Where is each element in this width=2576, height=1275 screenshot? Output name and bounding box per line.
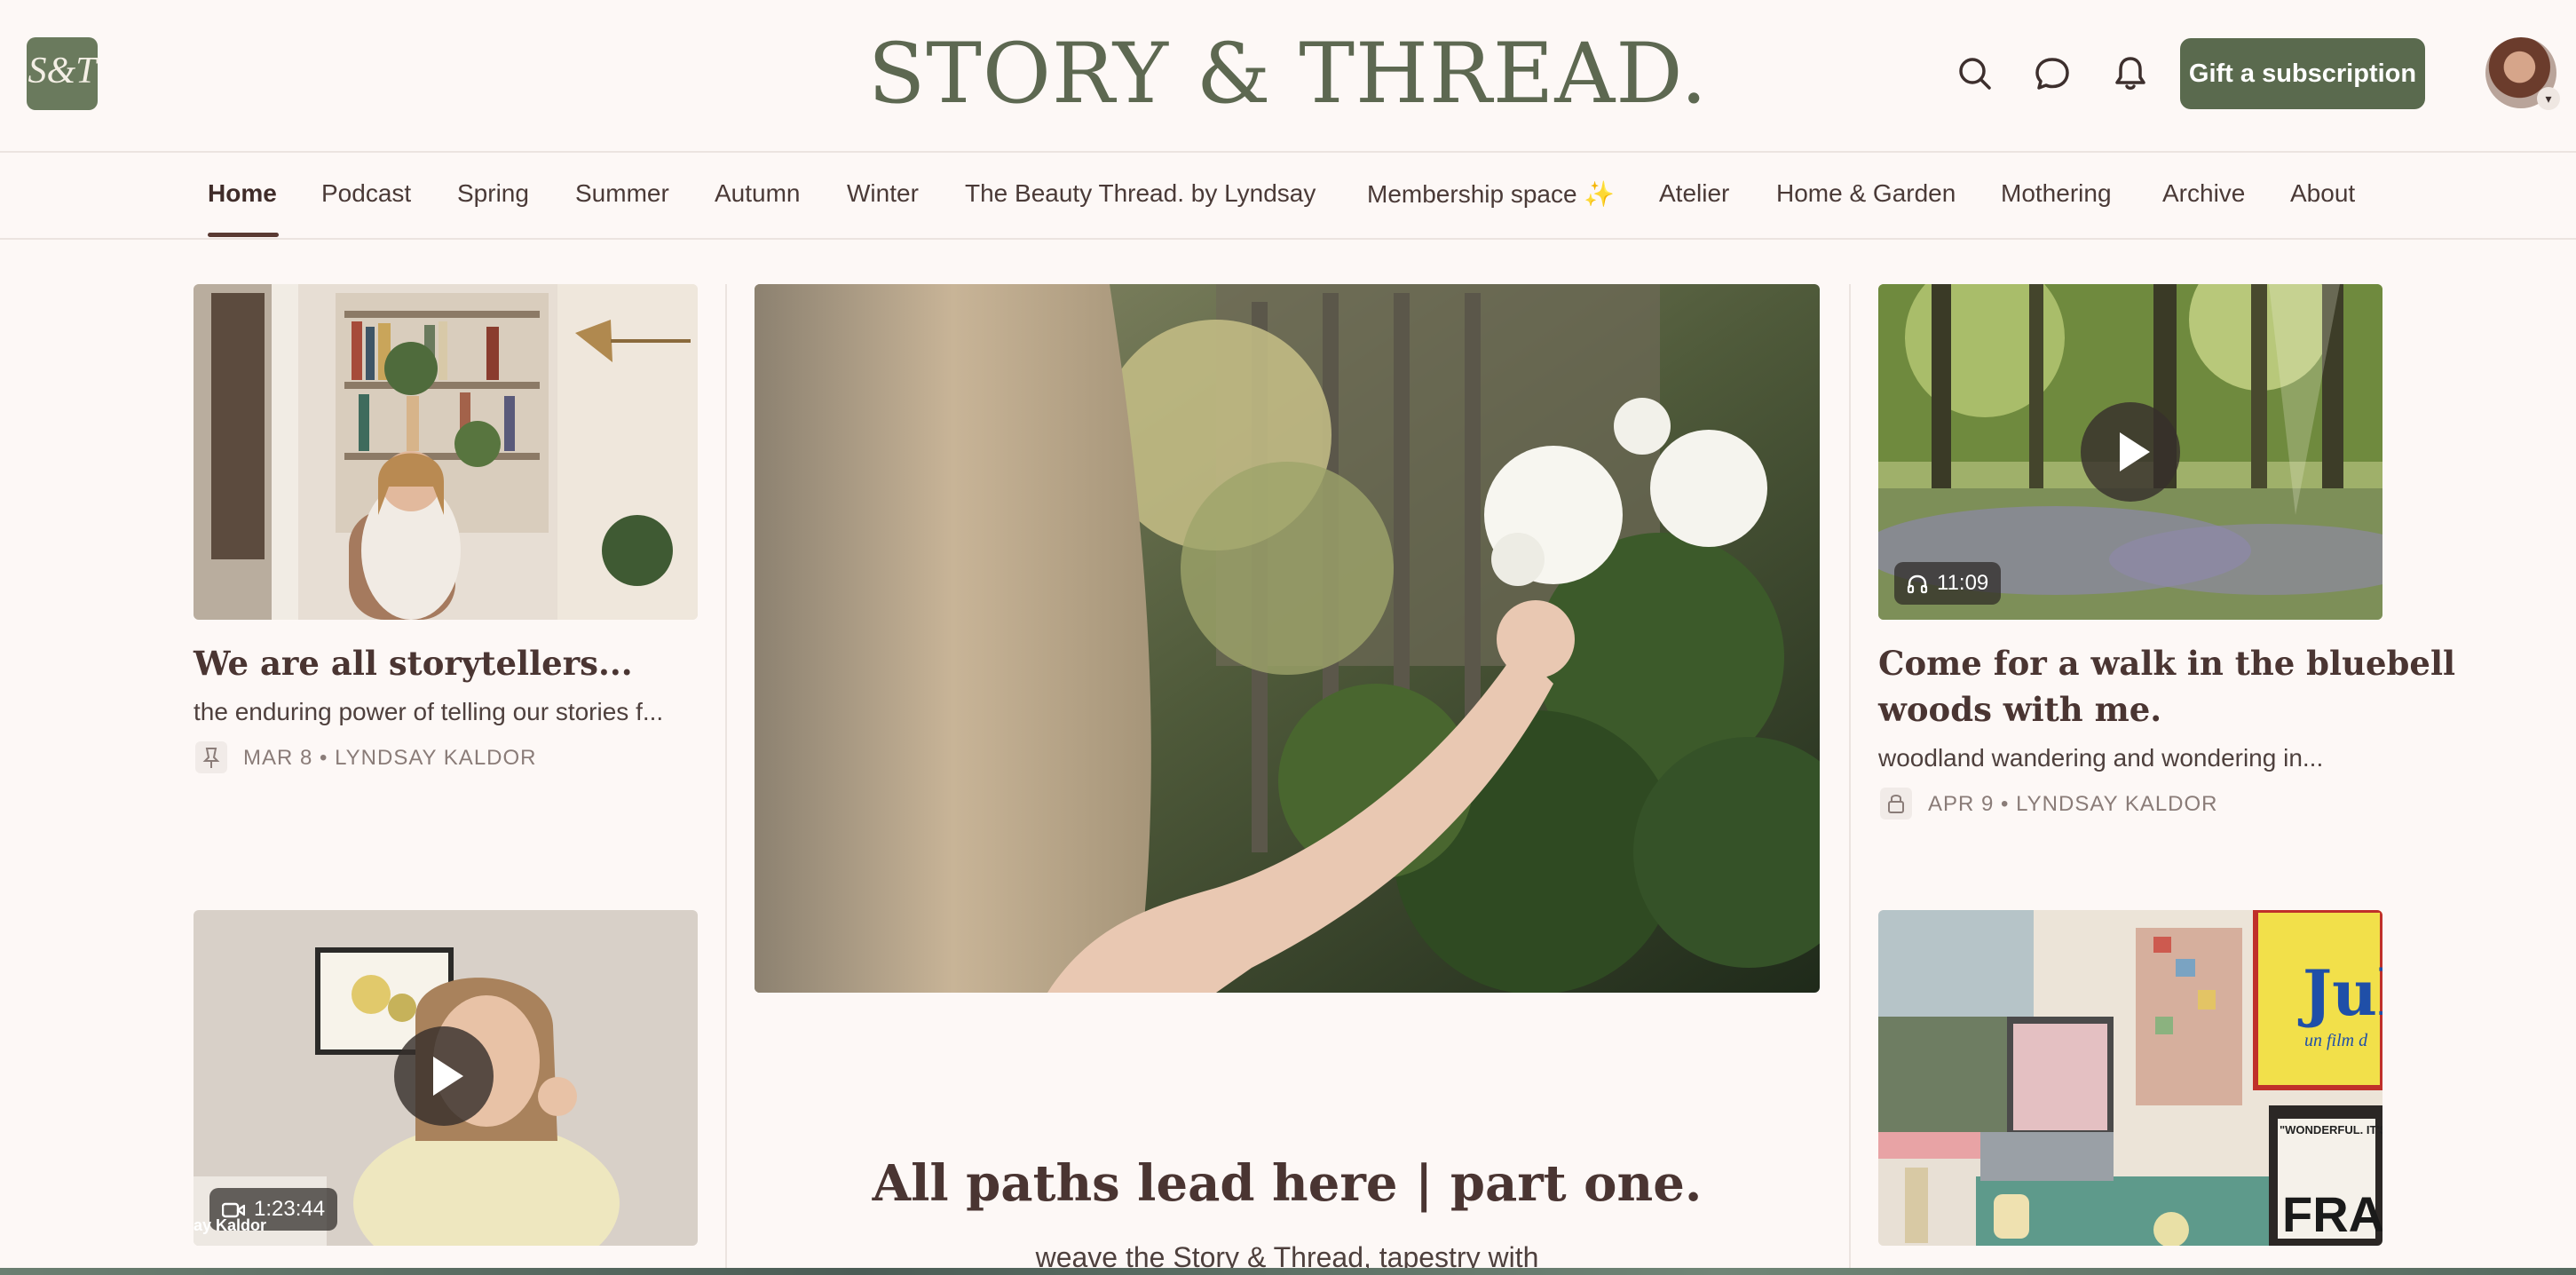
site-header: S&T STORY & THREAD. Gift a subscription … [0,0,2576,151]
nav-item-autumn[interactable]: Autumn [715,179,801,208]
search-icon[interactable] [1953,51,1997,96]
headphones-icon [1907,574,1928,593]
bottom-edge [0,1268,2576,1275]
poster-text: FRAN [2282,1186,2382,1242]
nav-item-about[interactable]: About [2290,179,2355,208]
poster-text: Jul [2303,956,2382,1030]
nav-item-atelier[interactable]: Atelier [1659,179,1729,208]
featured-post-title[interactable]: All paths lead here | part one. [755,1154,1820,1213]
post-subtitle[interactable]: woodland wandering and wondering in... [1878,744,2323,772]
poster-text: "WONDERFUL. IT'S [2280,1123,2382,1136]
nav-item-home-garden[interactable]: Home & Garden [1776,179,1956,208]
featured-post-image[interactable] [755,284,1820,993]
nav-item-archive[interactable]: Archive [2162,179,2245,208]
audio-duration-badge: 11:09 [1894,562,2002,605]
post-meta: APR 9 • LYNDSAY KALDOR [1928,792,2218,816]
post-title-line-1[interactable]: Come for a walk in the bluebell [1878,640,2455,686]
nav-item-home[interactable]: Home [208,179,277,208]
post-title[interactable]: We are all storytellers... [194,640,633,686]
nav-item-podcast[interactable]: Podcast [321,179,411,208]
column-divider [725,284,727,1270]
post-thumbnail-studio[interactable]: Jul un film d "WONDERFUL. IT'S FRAN [1878,910,2382,1246]
post-subtitle[interactable]: the enduring power of telling our storie… [194,698,663,726]
post-title-line-2[interactable]: woods with me. [1878,686,2161,733]
nav-item-spring[interactable]: Spring [457,179,529,208]
main-nav: Home Podcast Spring Summer Autumn Winter… [0,153,2576,238]
nav-item-membership-space[interactable]: Membership space ✨ [1367,179,1615,209]
column-divider [1849,284,1851,1270]
video-watermark: ay Kaldor [194,1216,267,1234]
pin-icon [195,741,227,773]
nav-active-indicator [208,233,279,237]
nav-item-mothering[interactable]: Mothering [2001,179,2112,208]
nav-item-winter[interactable]: Winter [847,179,919,208]
nav-divider-bottom [0,238,2576,240]
audio-duration: 11:09 [1937,571,1989,595]
post-meta: MAR 8 • LYNDSAY KALDOR [243,746,537,770]
post-thumbnail-storytellers[interactable] [194,284,698,620]
chat-icon[interactable] [2030,51,2074,96]
lock-icon [1880,788,1912,820]
nav-item-summer[interactable]: Summer [575,179,669,208]
play-button[interactable] [2081,402,2180,502]
chevron-down-icon[interactable]: ▾ [2537,87,2560,110]
nav-item-beauty-thread[interactable]: The Beauty Thread. by Lyndsay [965,179,1316,208]
gift-subscription-button[interactable]: Gift a subscription [2180,38,2425,109]
poster-text: un film d [2304,1031,2368,1050]
play-button[interactable] [394,1026,494,1126]
bell-icon[interactable] [2108,51,2153,96]
